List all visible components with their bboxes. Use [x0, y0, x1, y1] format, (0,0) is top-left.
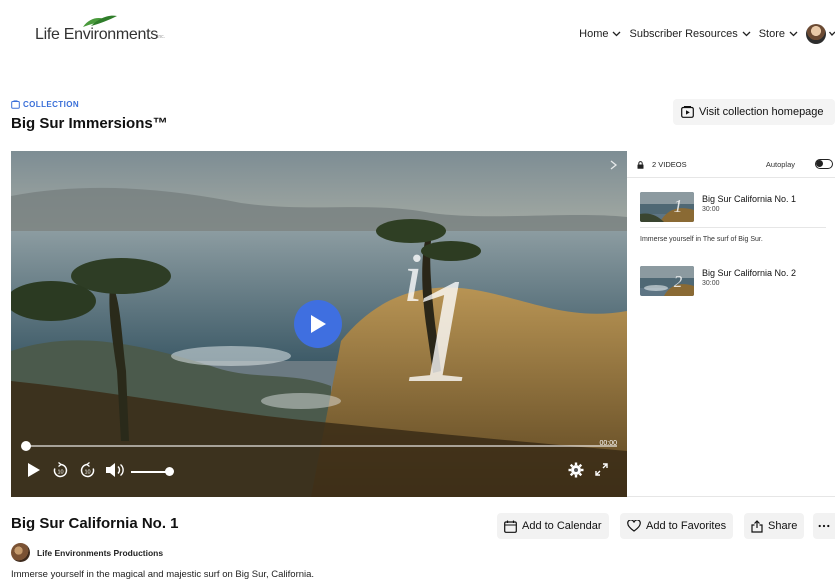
- heart-icon: [627, 520, 641, 532]
- svg-text:2: 2: [674, 272, 683, 291]
- nav-store[interactable]: Store: [759, 28, 798, 40]
- play-box-icon: [681, 106, 694, 118]
- add-to-favorites-label: Add to Favorites: [646, 520, 727, 532]
- volume-knob[interactable]: [165, 467, 174, 476]
- brand-suffix: Inc.: [157, 34, 166, 40]
- svg-text:i: i: [403, 240, 422, 317]
- playlist-item-2[interactable]: 2 Big Sur California No. 2 30:00: [640, 266, 830, 298]
- more-icon: [818, 524, 830, 528]
- visit-collection-label: Visit collection homepage: [699, 106, 824, 118]
- svg-text:10: 10: [57, 470, 63, 476]
- time-display: 00:00: [599, 440, 617, 447]
- user-avatar[interactable]: [806, 24, 826, 44]
- playlist-item-duration: 30:00: [702, 280, 720, 287]
- playlist-item-title: Big Sur California No. 2: [702, 268, 797, 278]
- collection-label-text: COLLECTION: [23, 100, 79, 109]
- collection-title: Big Sur Immersions™: [11, 115, 168, 132]
- autoplay-label: Autoplay: [765, 160, 795, 169]
- brand-logo[interactable]: Life Environments Inc.: [35, 12, 185, 48]
- playlist-panel: 2 VIDEOS Autoplay 1 Big Sur California N…: [627, 151, 835, 497]
- add-to-favorites-button[interactable]: Add to Favorites: [620, 513, 734, 539]
- visit-collection-button[interactable]: Visit collection homepage: [673, 99, 835, 125]
- playlist-item-description: Immerse yourself in The surf of Big Sur.: [640, 236, 763, 243]
- rewind-10-icon[interactable]: 10: [52, 462, 69, 479]
- nav-home-label: Home: [579, 28, 609, 40]
- calendar-icon: [504, 520, 517, 533]
- chevron-down-icon: [742, 31, 751, 37]
- main-nav: Home Subscriber Resources Store: [571, 24, 835, 44]
- channel-avatar: [11, 543, 30, 562]
- video-title: Big Sur California No. 1: [11, 515, 179, 532]
- autoplay-toggle[interactable]: [815, 159, 833, 169]
- video-thumbnail: 1: [640, 192, 694, 222]
- forward-10-icon[interactable]: 10: [79, 462, 96, 479]
- playlist-item-duration: 30:00: [702, 206, 720, 213]
- play-icon: [311, 315, 326, 333]
- play-icon[interactable]: [27, 462, 41, 478]
- video-description: Immerse yourself in the magical and maje…: [11, 569, 315, 580]
- chevron-down-icon[interactable]: [829, 31, 835, 37]
- nav-home[interactable]: Home: [579, 28, 621, 40]
- channel-name: Life Environments Productions: [37, 547, 164, 558]
- progress-track[interactable]: [23, 445, 617, 447]
- nav-subscriber-resources[interactable]: Subscriber Resources: [629, 28, 751, 40]
- video-player[interactable]: 1 i 00:00 10 10: [11, 151, 627, 497]
- video-thumbnail: 2: [640, 266, 694, 296]
- lock-icon: [637, 160, 644, 169]
- fullscreen-icon[interactable]: [595, 463, 608, 476]
- volume-icon[interactable]: [105, 462, 125, 478]
- svg-text:10: 10: [84, 470, 90, 476]
- gear-icon[interactable]: [568, 462, 584, 478]
- chevron-down-icon: [613, 31, 621, 37]
- playlist-item-1[interactable]: 1 Big Sur California No. 1 30:00: [640, 192, 830, 224]
- playlist-item-title: Big Sur California No. 1: [702, 194, 797, 204]
- nav-store-label: Store: [758, 28, 785, 40]
- playlist-count: 2 VIDEOS: [637, 160, 687, 169]
- more-options-button[interactable]: [813, 513, 835, 539]
- playlist-header: 2 VIDEOS Autoplay: [627, 151, 835, 178]
- add-to-calendar-button[interactable]: Add to Calendar: [497, 513, 609, 539]
- playlist-count-text: 2 VIDEOS: [652, 160, 687, 169]
- play-overlay-button[interactable]: [294, 300, 342, 348]
- chevron-down-icon: [789, 31, 798, 37]
- brand-name: Life Environments: [35, 26, 158, 43]
- nav-subscriber-resources-label: Subscriber Resources: [629, 28, 738, 40]
- volume-track[interactable]: [131, 471, 169, 473]
- add-to-calendar-label: Add to Calendar: [522, 520, 602, 532]
- svg-text:1: 1: [674, 196, 683, 216]
- share-button[interactable]: Share: [744, 513, 805, 539]
- collection-label: COLLECTION: [11, 100, 79, 109]
- divider: [640, 227, 826, 228]
- progress-knob[interactable]: [21, 441, 31, 451]
- share-icon: [751, 519, 763, 533]
- collection-icon: [11, 100, 20, 109]
- channel-info[interactable]: Life Environments Productions: [11, 543, 163, 562]
- share-label: Share: [768, 520, 798, 532]
